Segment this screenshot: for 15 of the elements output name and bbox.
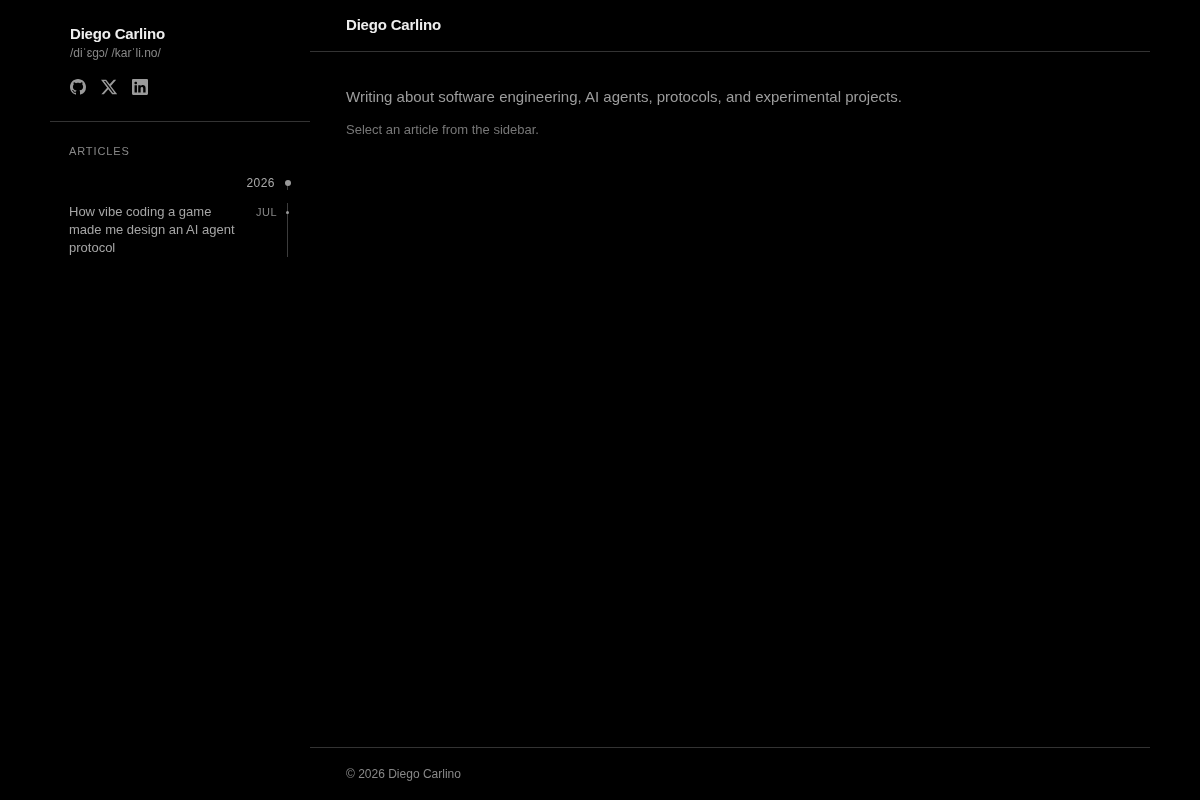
header-title: Diego Carlino xyxy=(346,15,441,36)
year-label: 2026 xyxy=(246,176,275,190)
timeline-dot-icon xyxy=(284,180,291,186)
copyright-text: © 2026 Diego Carlino xyxy=(346,766,461,783)
section-heading: ARTICLES xyxy=(69,144,131,158)
article-link[interactable]: How vibe coding a game made me design an AI agent protocol xyxy=(69,203,247,257)
x-logo-icon[interactable] xyxy=(101,79,117,95)
month-label: JUL xyxy=(256,205,277,220)
author-name: Diego Carlino xyxy=(70,25,166,43)
linkedin-icon[interactable] xyxy=(132,79,148,95)
timeline-dot-icon xyxy=(286,211,289,214)
github-icon[interactable] xyxy=(70,79,86,95)
hint-text: Select an article from the sidebar. xyxy=(346,121,540,139)
intro-text: Writing about software engineering, AI agents, protocols, and experimental projects. xyxy=(346,87,903,107)
pronunciation-text: /diˈɛgɔ/ /karˈli.no/ xyxy=(70,45,162,61)
